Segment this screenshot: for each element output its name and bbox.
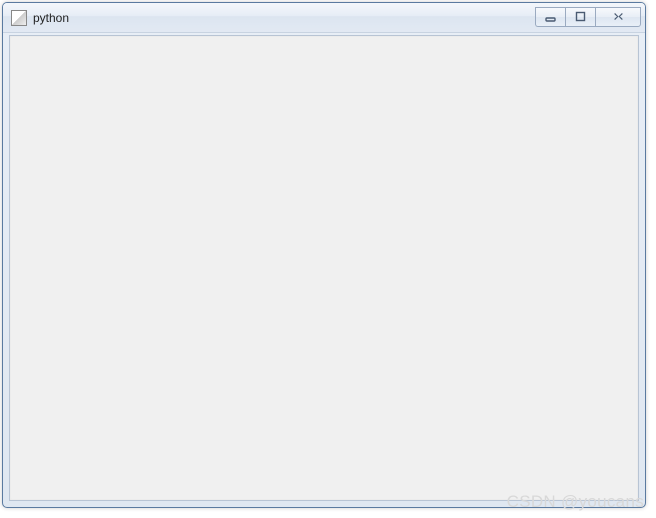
close-icon: [612, 11, 625, 22]
maximize-icon: [575, 11, 586, 22]
client-area: [9, 35, 639, 501]
minimize-icon: [545, 11, 556, 22]
window-controls: [535, 7, 641, 27]
window-title: python: [33, 10, 535, 26]
titlebar[interactable]: python: [3, 3, 645, 33]
minimize-button[interactable]: [535, 7, 565, 27]
application-window: python: [2, 2, 646, 508]
app-icon: [11, 10, 27, 26]
close-button[interactable]: [595, 7, 641, 27]
maximize-button[interactable]: [565, 7, 595, 27]
